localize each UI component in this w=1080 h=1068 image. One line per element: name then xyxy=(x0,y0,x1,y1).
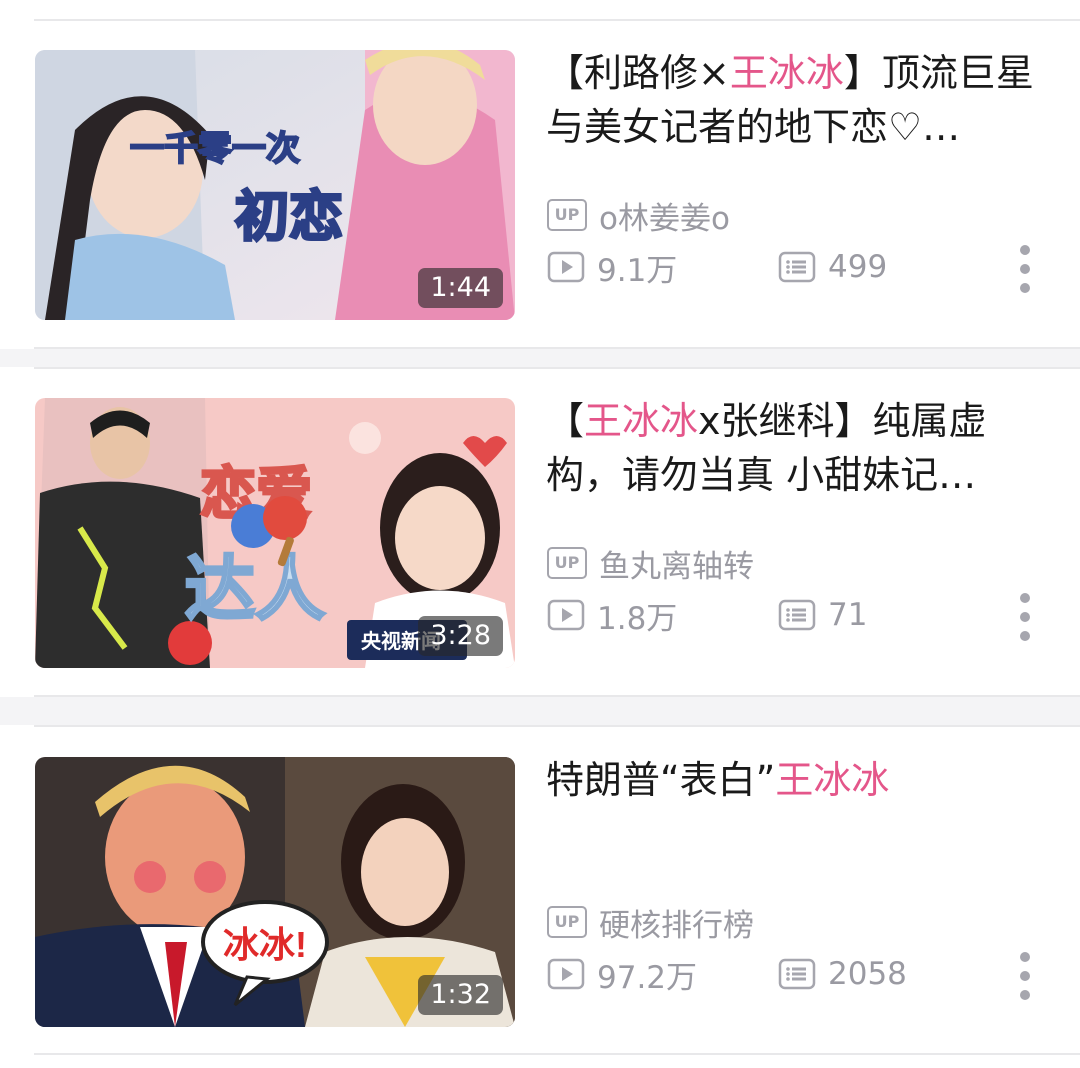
video-title[interactable]: 【利路修×王冰冰】顶流巨星与美女记者的地下恋♡… xyxy=(546,46,1046,154)
title-highlight: 王冰冰 xyxy=(775,758,890,802)
danmaku-icon xyxy=(778,958,816,990)
uploader-line[interactable]: UP o林姜姜o xyxy=(547,196,730,237)
title-part: 特朗普“表白” xyxy=(546,758,776,802)
uploader-name: 硬核排行榜 xyxy=(599,907,754,944)
video-stats: 9.1万 499 xyxy=(547,245,887,290)
video-card[interactable]: 恋爱 达人 央视新闻 3:28 【王冰冰x张继科】纯属虚构，请勿当真 小甜妹记…… xyxy=(0,368,1080,668)
thumb-title-small: 一千零一次 xyxy=(130,130,300,168)
title-highlight: 王冰冰 xyxy=(729,51,844,95)
more-icon[interactable] xyxy=(1016,593,1034,641)
title-highlight: 王冰冰 xyxy=(584,399,699,443)
video-thumbnail[interactable]: 恋爱 达人 央视新闻 3:28 xyxy=(35,398,515,668)
speech-bubble-text: 冰冰! xyxy=(223,924,307,965)
more-icon[interactable] xyxy=(1016,245,1034,293)
video-card[interactable]: 一千零一次 初恋 1:44 【利路修×王冰冰】顶流巨星与美女记者的地下恋♡… U… xyxy=(0,20,1080,320)
danmaku-icon xyxy=(778,251,816,283)
up-badge-icon: UP xyxy=(547,547,587,579)
view-count: 9.1万 xyxy=(547,245,677,290)
video-stats: 97.2万 2058 xyxy=(547,952,907,997)
thumb-title-bottom: 达人 xyxy=(185,550,325,628)
card-gap xyxy=(0,349,1080,367)
danmaku-count-value: 71 xyxy=(828,597,868,633)
uploader-line[interactable]: UP 鱼丸离轴转 xyxy=(547,544,754,585)
uploader-name: 鱼丸离轴转 xyxy=(599,548,754,585)
video-title[interactable]: 特朗普“表白”王冰冰 xyxy=(546,753,1046,807)
danmaku-count: 499 xyxy=(778,247,887,287)
thumb-title-large: 初恋 xyxy=(235,187,343,247)
title-separator: × xyxy=(698,51,730,95)
danmaku-count: 2058 xyxy=(778,954,907,994)
up-badge-icon: UP xyxy=(547,906,587,938)
video-duration: 1:44 xyxy=(418,268,503,308)
card-gap xyxy=(0,697,1080,725)
video-card[interactable]: 冰冰! 1:32 特朗普“表白”王冰冰 UP 硬核排行榜 97.2万 2058 xyxy=(0,727,1080,1027)
title-part: 【 xyxy=(546,399,585,443)
video-thumbnail[interactable]: 冰冰! 1:32 xyxy=(35,757,515,1027)
view-count: 1.8万 xyxy=(547,593,677,638)
view-count: 97.2万 xyxy=(547,952,697,997)
video-stats: 1.8万 71 xyxy=(547,593,867,638)
up-badge-icon: UP xyxy=(547,199,587,231)
title-part: 【利路修 xyxy=(546,51,699,95)
video-duration: 3:28 xyxy=(418,616,503,656)
danmaku-count: 71 xyxy=(778,595,867,635)
video-thumbnail[interactable]: 一千零一次 初恋 1:44 xyxy=(35,50,515,320)
view-count-value: 97.2万 xyxy=(597,959,698,996)
more-icon[interactable] xyxy=(1016,952,1034,1000)
video-duration: 1:32 xyxy=(418,975,503,1015)
danmaku-icon xyxy=(778,599,816,631)
danmaku-count-value: 499 xyxy=(828,249,888,285)
uploader-line[interactable]: UP 硬核排行榜 xyxy=(547,903,754,944)
uploader-name: o林姜姜o xyxy=(599,200,730,237)
view-count-value: 9.1万 xyxy=(597,252,678,289)
play-count-icon xyxy=(547,958,585,990)
danmaku-count-value: 2058 xyxy=(828,956,907,992)
play-count-icon xyxy=(547,599,585,631)
view-count-value: 1.8万 xyxy=(597,600,678,637)
video-title[interactable]: 【王冰冰x张继科】纯属虚构，请勿当真 小甜妹记… xyxy=(546,394,1046,502)
play-count-icon xyxy=(547,251,585,283)
bottom-divider xyxy=(34,1053,1080,1055)
